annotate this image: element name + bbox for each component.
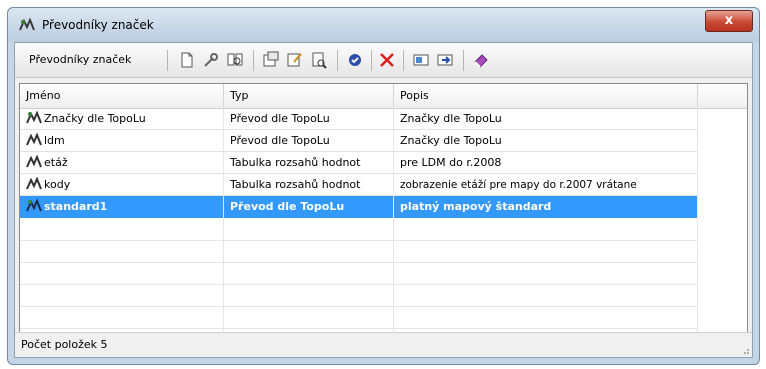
converter-icon <box>26 110 42 125</box>
row-name: ldm <box>44 134 65 147</box>
grid-column-line <box>697 108 698 344</box>
export-icon[interactable] <box>435 50 455 70</box>
grid-column-line <box>223 108 224 344</box>
properties-icon[interactable] <box>261 50 281 70</box>
row-description: zobrazenie etáží pre mapy do r.2007 vrát… <box>394 174 698 196</box>
toolbar: Převodníky značek <box>15 43 752 78</box>
converter-icon <box>26 132 42 147</box>
row-description: Značky dle TopoLu <box>394 108 698 130</box>
row-description: Značky dle TopoLu <box>394 130 698 152</box>
find-replace-icon[interactable] <box>225 50 245 70</box>
toolbar-separator <box>371 50 372 71</box>
row-type: Tabulka rozsahů hodnot <box>224 152 394 174</box>
toolbar-separator <box>463 50 464 71</box>
converter-icon <box>26 176 42 191</box>
row-name-cell: ldm <box>20 130 224 152</box>
edit-note-icon[interactable] <box>285 50 305 70</box>
converter-icon <box>26 154 42 169</box>
column-header-type[interactable]: Typ <box>224 84 394 108</box>
import-icon[interactable] <box>411 50 431 70</box>
row-type: Převod dle TopoLu <box>224 130 394 152</box>
apply-circle-icon[interactable] <box>345 50 365 70</box>
client-area: Převodníky značek Jméno Typ Popis Značky… <box>14 42 753 358</box>
row-name: etáž <box>44 156 68 169</box>
table-header: Jméno Typ Popis <box>20 84 747 109</box>
grid-line <box>20 306 698 307</box>
converters-window: Převodníky značek x Převodníky značek Jm… <box>7 7 760 365</box>
app-icon <box>18 17 36 32</box>
toolbar-label: Převodníky značek <box>29 53 132 66</box>
status-bar: Počet položek 5 <box>15 332 752 357</box>
grid-line <box>20 328 698 329</box>
row-description: platný mapový štandard <box>394 196 698 218</box>
edit-wrench-icon[interactable] <box>201 50 221 70</box>
row-name: Značky dle TopoLu <box>44 112 146 125</box>
row-name-cell: standard1 <box>20 196 224 218</box>
close-button[interactable]: x <box>705 10 753 32</box>
grid-line <box>20 262 698 263</box>
converter-icon <box>26 198 42 213</box>
toolbar-separator <box>253 50 254 71</box>
delete-x-icon[interactable] <box>377 50 397 70</box>
row-name: standard1 <box>44 200 108 213</box>
row-type: Převod dle TopoLu <box>224 108 394 130</box>
item-count: Počet položek 5 <box>21 338 108 351</box>
toolbar-separator <box>403 50 404 71</box>
eraser-icon[interactable] <box>471 50 491 70</box>
row-name: kody <box>44 178 71 191</box>
print-preview-icon[interactable] <box>309 50 329 70</box>
grid-column-line <box>393 108 394 344</box>
grid-line <box>20 240 698 241</box>
toolbar-separator <box>167 50 168 71</box>
title-bar[interactable]: Převodníky značek x <box>8 8 759 42</box>
toolbar-separator <box>337 50 338 71</box>
row-type: Tabulka rozsahů hodnot <box>224 174 394 196</box>
grid-line <box>20 284 698 285</box>
column-header-name[interactable]: Jméno <box>20 84 224 108</box>
column-header-description[interactable]: Popis <box>394 84 698 108</box>
resize-grip-icon[interactable] <box>740 345 750 355</box>
converters-table: Jméno Typ Popis Značky dle TopoLu Převod… <box>19 83 748 345</box>
new-document-icon[interactable] <box>177 50 197 70</box>
row-name-cell: etáž <box>20 152 224 174</box>
row-description: pre LDM do r.2008 <box>394 152 698 174</box>
row-name-cell: Značky dle TopoLu <box>20 108 224 130</box>
row-type: Převod dle TopoLu <box>224 196 394 218</box>
window-title: Převodníky značek <box>42 18 154 32</box>
row-name-cell: kody <box>20 174 224 196</box>
